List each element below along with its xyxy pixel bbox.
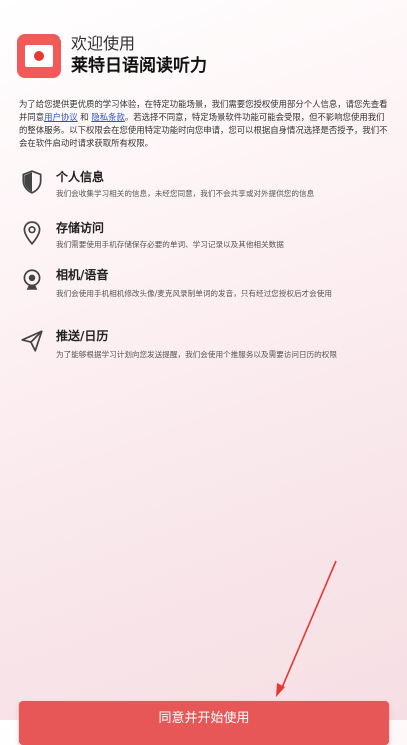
agree-and-start-button[interactable]: 同意并开始使用: [19, 701, 389, 745]
annotation-arrow: [276, 560, 337, 697]
